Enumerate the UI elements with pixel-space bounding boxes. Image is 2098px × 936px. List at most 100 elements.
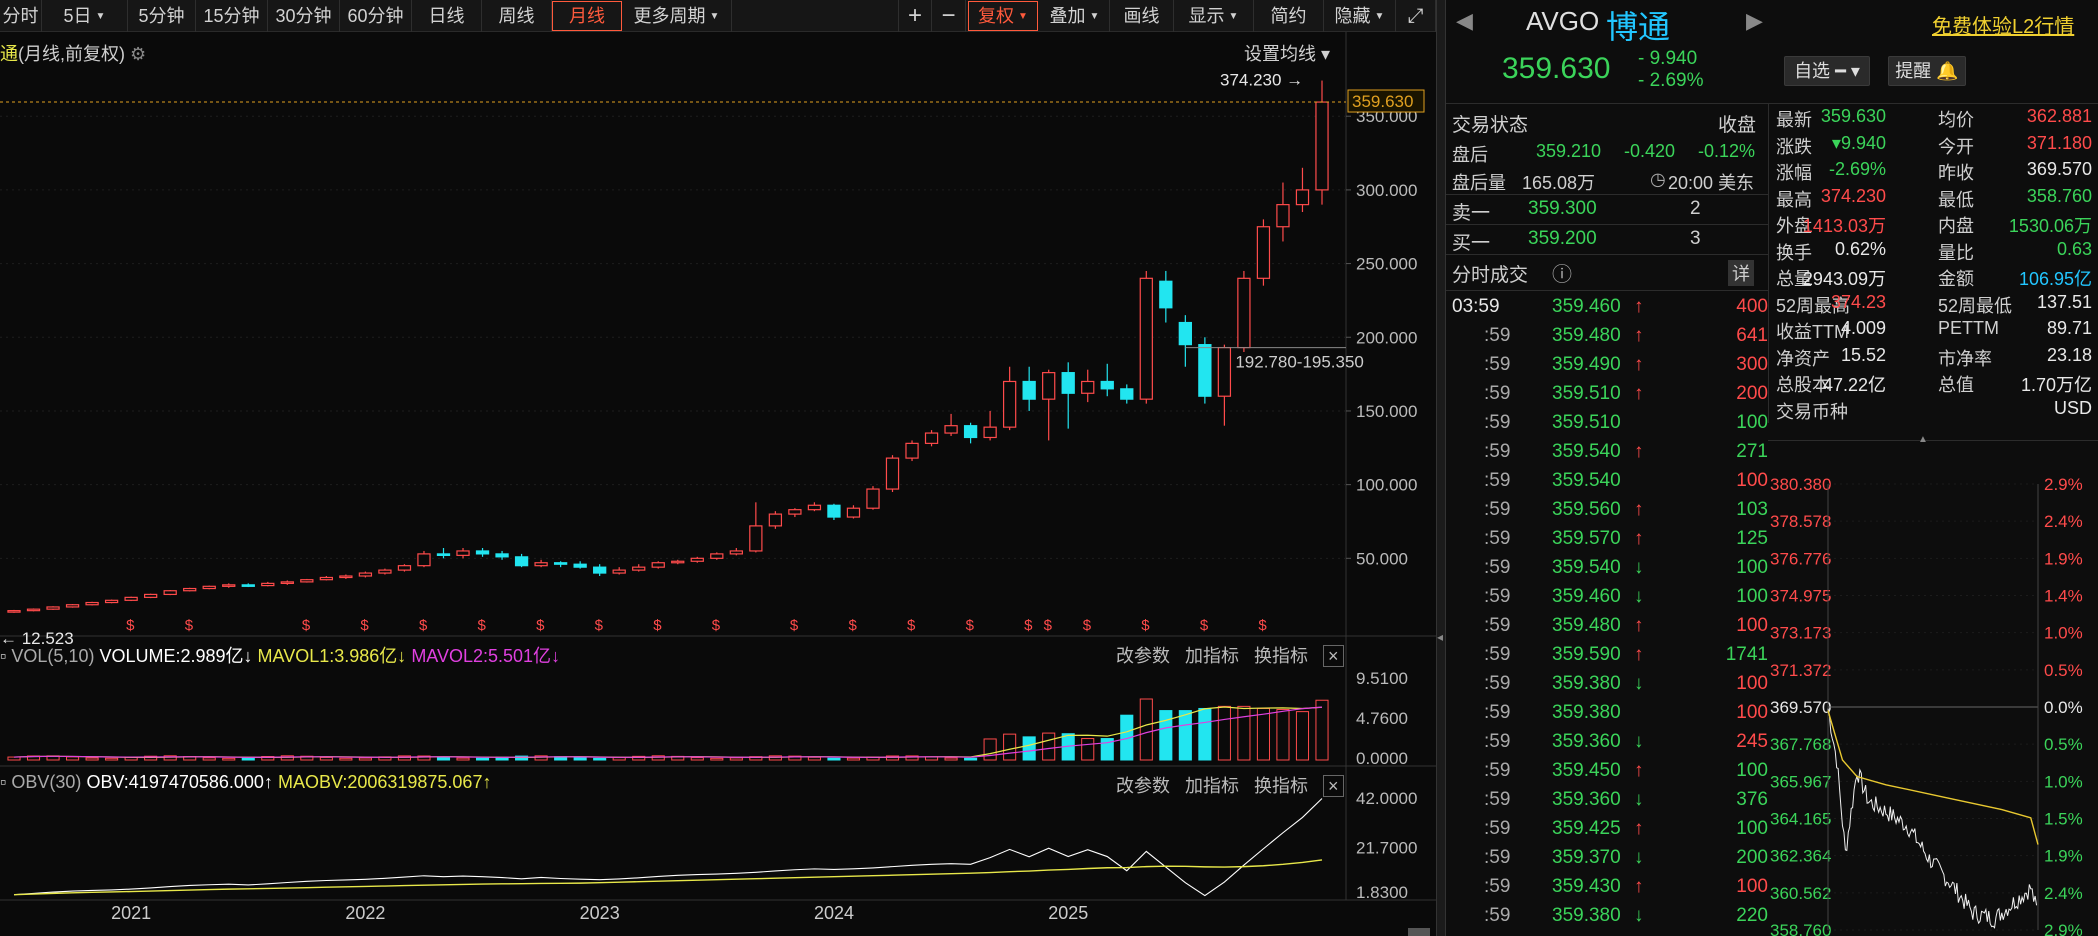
prev-stock-icon[interactable]: ◀ — [1456, 8, 1473, 34]
collapse-arrow-icon[interactable]: ▲ — [1918, 434, 1928, 445]
tick-time: :59 — [1484, 412, 1511, 433]
stat-label: 净资产 — [1776, 348, 1830, 369]
tick-price: 359.425 — [1552, 818, 1621, 839]
chart-title: 通(月线,前复权) ⚙ — [0, 40, 146, 66]
volume-bar — [1139, 698, 1153, 761]
candle-body — [710, 553, 724, 559]
tab-more-periods[interactable]: 更多周期 ▼ — [622, 0, 732, 32]
display-button[interactable]: 显示 ▼ — [1174, 0, 1254, 32]
tab-60min[interactable]: 60分钟 — [340, 0, 412, 32]
gear-icon[interactable]: ⚙ — [130, 44, 146, 64]
volume-bar — [1022, 736, 1036, 761]
stat-value: 137.51 — [2036, 291, 2092, 312]
tab-intraday[interactable]: 分时 — [0, 0, 42, 32]
tick-time: :59 — [1484, 615, 1511, 636]
tick-volume: 100 — [1736, 470, 1768, 491]
detail-button[interactable]: 详 — [1728, 260, 1754, 286]
quote-panel: ◀ AVGO 博通 ▶ 免费体验L2行情 359.630 - 9.940 - 2… — [1446, 0, 2098, 936]
tab-15min[interactable]: 15分钟 — [196, 0, 268, 32]
volume-bar — [612, 757, 626, 761]
candle-body — [924, 432, 939, 444]
tick-time: :59 — [1484, 789, 1511, 810]
candle-body — [261, 582, 275, 587]
intraday-price-label: 371.372 — [1770, 661, 1831, 680]
candle-body — [358, 572, 373, 577]
scroll-handle[interactable] — [1408, 928, 1430, 936]
vol-controls: 改参数 加指标 换指标 × — [1116, 642, 1344, 668]
stat-label: PETTM — [1938, 318, 1999, 338]
vol-add-button[interactable]: 加指标 — [1185, 646, 1239, 666]
mavol1-label: MAVOL1:3.986亿 — [257, 646, 398, 666]
overlay-button[interactable]: 叠加 ▼ — [1040, 0, 1110, 32]
obv-controls: 改参数 加指标 换指标 × — [1116, 772, 1344, 798]
arrow-up-icon: ↑ — [1634, 876, 1644, 897]
obv-params-button[interactable]: 改参数 — [1116, 776, 1170, 796]
free-l2-link[interactable]: 免费体验L2行情 — [1932, 10, 2074, 39]
tick-price: 359.590 — [1552, 644, 1621, 665]
zoom-in-button[interactable]: + — [898, 0, 932, 32]
tick-volume: 400 — [1736, 296, 1768, 317]
bid1-volume: 3 — [1690, 228, 1701, 249]
tick-time: :59 — [1484, 905, 1511, 926]
hide-button[interactable]: 隐藏 ▼ — [1324, 0, 1396, 32]
candle-body — [1178, 321, 1192, 346]
close-icon[interactable]: × — [1323, 645, 1344, 667]
candle-body — [983, 426, 997, 439]
tab-30min[interactable]: 30分钟 — [268, 0, 340, 32]
stat-value: 1413.03万 — [1802, 216, 1886, 236]
simple-button[interactable]: 简约 — [1254, 0, 1324, 32]
zoom-out-button[interactable]: − — [932, 0, 966, 32]
tab-daily[interactable]: 日线 — [412, 0, 482, 32]
arrow-up-icon: ↑ — [1634, 760, 1644, 781]
tick-row: :59 359.570 ↑ 125 — [1446, 526, 1776, 555]
candle-body — [1217, 346, 1232, 397]
tab-5day[interactable]: 5日 ▼ — [42, 0, 128, 32]
more-periods-label: 更多周期 — [633, 6, 706, 26]
fullscreen-icon[interactable]: ⤢ — [1396, 0, 1436, 32]
mavol2-label: MAVOL2:5.501亿 — [411, 646, 552, 666]
chevron-down-icon: ▼ — [1374, 11, 1385, 23]
alert-button[interactable]: 提醒 🔔 — [1888, 56, 1966, 86]
close-icon[interactable]: × — [1323, 775, 1344, 797]
candle-body — [202, 585, 216, 590]
arrow-up-icon: ↑ — [1634, 499, 1644, 520]
collapse-icon[interactable]: ▫ — [0, 772, 6, 792]
tab-5min[interactable]: 5分钟 — [128, 0, 196, 32]
vol-switch-button[interactable]: 换指标 — [1254, 646, 1308, 666]
next-stock-icon[interactable]: ▶ — [1746, 8, 1763, 34]
chart-svg[interactable]: $ $ $ $ $ $ $ $ $ $ $ $ $ $ $ $ $ $ $ $ 350.000300.000250.0… — [0, 32, 1436, 936]
ma-settings[interactable]: 设置均线 ▾ — [1244, 40, 1330, 66]
chevron-down-icon: ▼ — [1089, 11, 1100, 23]
draw-button[interactable]: 画线 — [1110, 0, 1174, 32]
arrow-down-icon: ↓ — [551, 646, 561, 666]
collapse-icon[interactable]: ▫ — [0, 646, 6, 666]
tab-weekly[interactable]: 周线 — [482, 0, 552, 32]
intraday-chart[interactable]: 380.380 2.9% 378.578 2.4% 376.776 1.9% 374.975… — [1768, 460, 2098, 936]
stock-name: 博通 — [1606, 9, 1671, 45]
tick-row: :59 359.450 ↑ 100 — [1446, 758, 1776, 787]
stat-value: -2.69% — [1828, 159, 1886, 179]
obv-switch-button[interactable]: 换指标 — [1254, 776, 1308, 796]
vol-params-button[interactable]: 改参数 — [1116, 646, 1170, 666]
info-icon[interactable]: ⓘ — [1552, 258, 1572, 287]
period-toolbar: 分时 5日 ▼ 5分钟 15分钟 30分钟 60分钟 日线 周线 月线 更多周期 ▼… — [0, 0, 1436, 32]
y-tick-label: 150.000 — [1356, 402, 1417, 421]
tab-monthly[interactable]: 月线 — [552, 1, 622, 31]
ask1-volume: 2 — [1690, 198, 1701, 219]
intraday-price-label: 364.165 — [1770, 810, 1831, 829]
range-annotation: 192.780-195.350 — [1235, 353, 1364, 372]
stock-code: AVGO — [1526, 6, 1600, 36]
tick-volume: 100 — [1736, 586, 1768, 607]
arrow-down-icon: ↓ — [1634, 789, 1644, 810]
adjust-button[interactable]: 复权 ▼ — [968, 1, 1038, 31]
tick-list[interactable]: 03:59 359.460 ↑ 400:59 359.480 ↑ 641:59 359.490… — [1446, 294, 1768, 936]
tick-price: 359.540 — [1552, 441, 1621, 462]
stat-label: 最低 — [1938, 189, 1974, 210]
watchlist-button[interactable]: 自选 ━ ▾ — [1784, 56, 1870, 86]
candle-body — [1237, 277, 1251, 349]
obv-add-button[interactable]: 加指标 — [1185, 776, 1239, 796]
stat-label: 昨收 — [1938, 163, 1974, 183]
bid1-label: 买一 — [1452, 233, 1491, 254]
candle-body — [827, 504, 841, 518]
panel-splitter[interactable]: ◂ — [1436, 0, 1446, 936]
